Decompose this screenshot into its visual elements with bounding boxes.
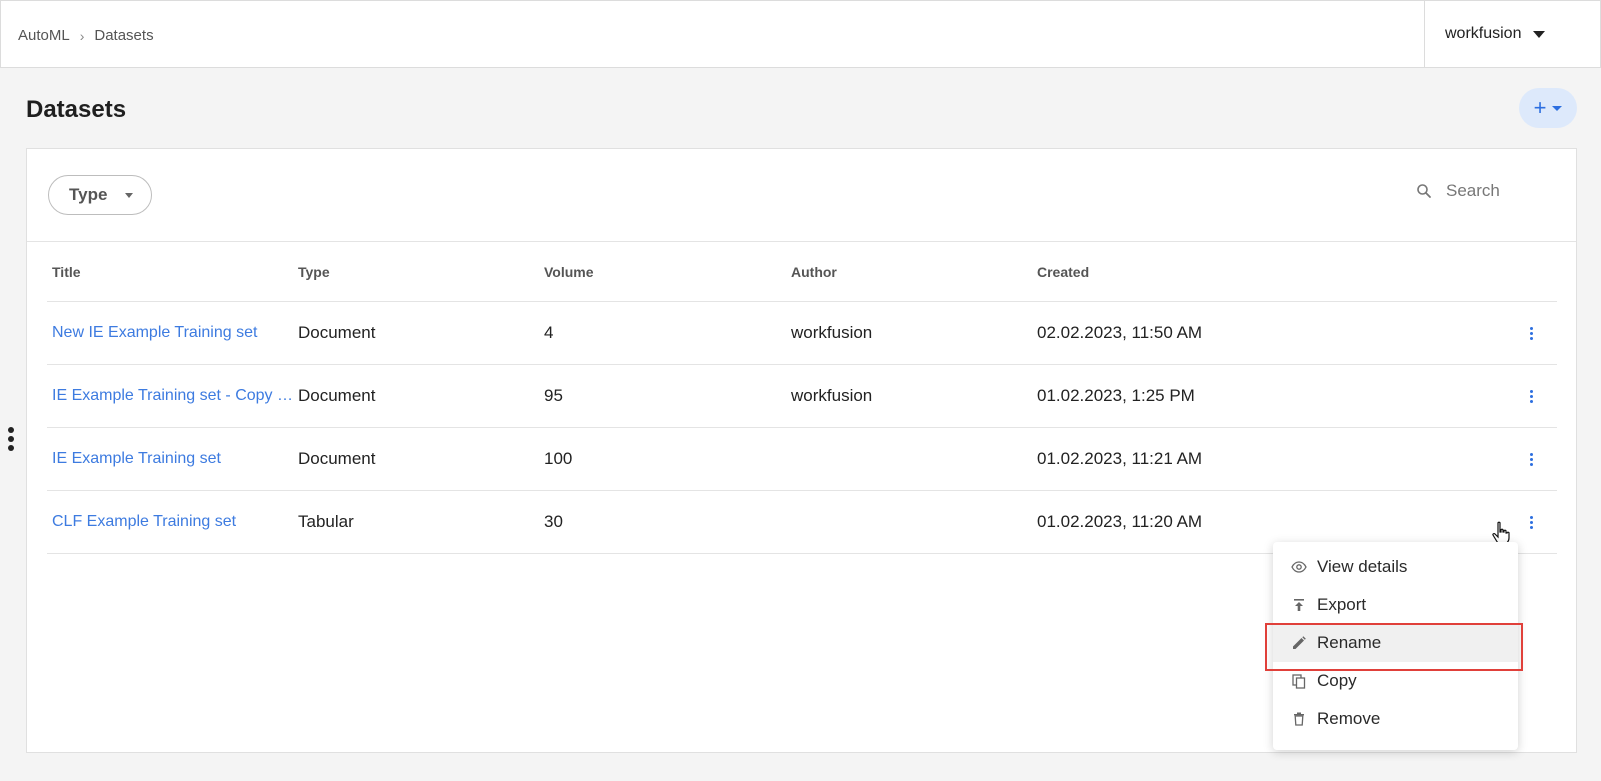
menu-item-label: Export bbox=[1317, 595, 1367, 614]
dataset-type: Document bbox=[298, 449, 376, 468]
add-dataset-button[interactable]: + bbox=[1519, 88, 1577, 128]
table-row: New IE Example Training set Document 4 w… bbox=[47, 302, 1557, 365]
dataset-created: 02.02.2023, 11:50 AM bbox=[1037, 323, 1203, 342]
menu-item-remove[interactable]: Remove bbox=[1273, 700, 1518, 738]
row-actions-kebab-icon[interactable] bbox=[1526, 514, 1537, 531]
eye-icon bbox=[1291, 559, 1307, 575]
dataset-title-link[interactable]: New IE Example Training set bbox=[47, 324, 298, 342]
dataset-volume: 4 bbox=[544, 323, 554, 342]
dataset-type: Document bbox=[298, 386, 376, 405]
caret-down-icon bbox=[1552, 105, 1563, 111]
user-name: workfusion bbox=[1445, 25, 1522, 42]
breadcrumb: AutoML › Datasets bbox=[18, 27, 154, 44]
menu-item-copy[interactable]: Copy bbox=[1273, 662, 1518, 700]
search-box bbox=[1416, 181, 1532, 201]
trash-icon bbox=[1291, 711, 1307, 727]
menu-item-export[interactable]: Export bbox=[1273, 586, 1518, 624]
caret-down-icon bbox=[125, 192, 134, 198]
row-context-menu: View details Export Rename Copy Remove bbox=[1265, 542, 1523, 750]
dataset-created: 01.02.2023, 11:21 AM bbox=[1037, 449, 1203, 468]
row-actions-kebab-icon[interactable] bbox=[1526, 325, 1537, 342]
caret-down-icon bbox=[1533, 30, 1546, 38]
search-icon bbox=[1417, 184, 1431, 198]
menu-item-label: Remove bbox=[1317, 709, 1381, 728]
menu-item-rename[interactable]: Rename bbox=[1265, 623, 1523, 671]
dataset-author: workfusion bbox=[791, 386, 873, 405]
chevron-right-icon: › bbox=[79, 27, 85, 44]
menu-item-label: View details bbox=[1317, 557, 1408, 576]
plus-icon: + bbox=[1533, 95, 1547, 120]
table-row: IE Example Training set Document 100 01.… bbox=[47, 428, 1557, 491]
page-title: Datasets bbox=[26, 96, 127, 123]
column-header-author[interactable]: Author bbox=[791, 264, 1037, 280]
filter-bar: Type bbox=[27, 149, 1576, 242]
type-filter-label: Type bbox=[69, 185, 108, 204]
dataset-volume: 95 bbox=[544, 386, 563, 405]
dataset-volume: 30 bbox=[544, 512, 563, 531]
top-bar: AutoML › Datasets workfusion bbox=[0, 0, 1601, 68]
column-header-created[interactable]: Created bbox=[1037, 264, 1477, 280]
table-row: IE Example Training set - Copy of IE Exa… bbox=[47, 365, 1557, 428]
search-input[interactable] bbox=[1446, 181, 1532, 201]
menu-item-label: Copy bbox=[1317, 671, 1357, 690]
column-header-title[interactable]: Title bbox=[47, 264, 298, 280]
breadcrumb-root[interactable]: AutoML bbox=[18, 27, 70, 44]
copy-icon bbox=[1291, 673, 1307, 689]
pencil-icon bbox=[1291, 635, 1307, 651]
dataset-title-link[interactable]: CLF Example Training set bbox=[47, 513, 298, 531]
menu-item-label: Rename bbox=[1317, 633, 1382, 652]
datasets-table: Title Type Volume Author Created New IE … bbox=[47, 243, 1557, 554]
breadcrumb-current: Datasets bbox=[94, 27, 154, 44]
type-filter-dropdown[interactable]: Type bbox=[48, 175, 152, 215]
dataset-title-link[interactable]: IE Example Training set - Copy of IE Exa… bbox=[47, 387, 298, 405]
dataset-type: Tabular bbox=[298, 512, 354, 531]
dataset-created: 01.02.2023, 11:20 AM bbox=[1037, 512, 1203, 531]
side-panel-handle-icon[interactable] bbox=[8, 427, 14, 451]
export-icon bbox=[1291, 597, 1307, 613]
dataset-author: workfusion bbox=[791, 323, 873, 342]
dataset-title-link[interactable]: IE Example Training set bbox=[47, 450, 298, 468]
row-actions-kebab-icon[interactable] bbox=[1526, 451, 1537, 468]
dataset-type: Document bbox=[298, 323, 376, 342]
table-header: Title Type Volume Author Created bbox=[47, 243, 1557, 302]
row-actions-kebab-icon[interactable] bbox=[1526, 388, 1537, 405]
dataset-volume: 100 bbox=[544, 449, 573, 468]
menu-item-view-details[interactable]: View details bbox=[1273, 548, 1518, 586]
user-menu-button[interactable]: workfusion bbox=[1424, 1, 1600, 67]
column-header-type[interactable]: Type bbox=[298, 264, 544, 280]
dataset-created: 01.02.2023, 1:25 PM bbox=[1037, 386, 1195, 405]
column-header-volume[interactable]: Volume bbox=[544, 264, 791, 280]
